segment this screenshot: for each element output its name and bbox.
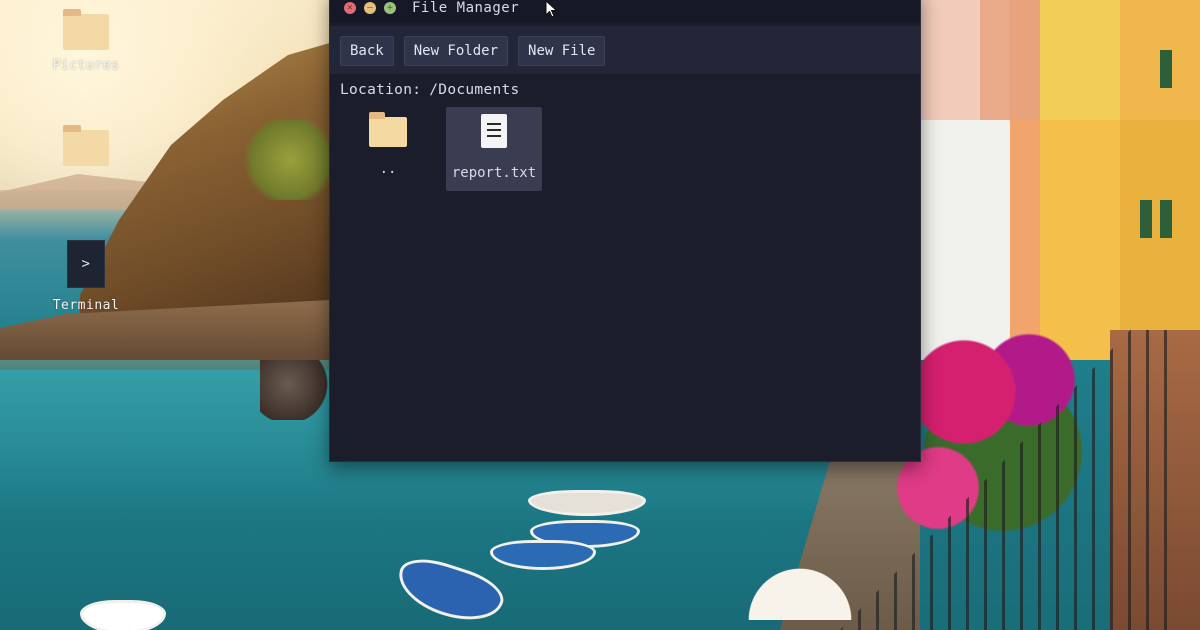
window-title: File Manager (412, 0, 520, 16)
desktop-icon-pictures[interactable]: Pictures (36, 9, 136, 73)
location-path: /Documents (429, 82, 520, 98)
wallpaper-shutter (1160, 50, 1172, 88)
new-file-button[interactable]: New File (518, 36, 606, 66)
toolbar: Back New Folder New File (330, 26, 920, 74)
file-manager-window[interactable]: × – + File Manager Back New Folder New F… (329, 0, 921, 462)
wallpaper-umbrella (740, 560, 860, 620)
mouse-cursor-icon (545, 0, 558, 18)
back-button[interactable]: Back (340, 36, 394, 66)
file-item-name: report.txt (451, 165, 537, 181)
maximize-button[interactable]: + (384, 2, 396, 14)
window-titlebar[interactable]: × – + File Manager (330, 0, 920, 23)
wallpaper-rock (260, 360, 330, 420)
file-item-name: .. (379, 161, 397, 177)
new-folder-button[interactable]: New Folder (403, 36, 509, 66)
minimize-button[interactable]: – (364, 2, 376, 14)
folder-icon (63, 125, 109, 166)
folder-icon (63, 9, 109, 50)
desktop-icon-label: Terminal (52, 298, 120, 313)
terminal-prompt-glyph: > (81, 256, 91, 272)
wallpaper-shutter (1140, 200, 1152, 238)
terminal-icon: > (67, 240, 105, 288)
desktop-icon-folder[interactable] (36, 125, 136, 174)
location-bar: Location: /Documents (340, 82, 920, 98)
file-item-parent-directory[interactable]: .. (340, 107, 436, 191)
wallpaper-vegetation (240, 120, 340, 200)
file-item-report-txt[interactable]: report.txt (446, 107, 542, 191)
desktop-icon-terminal[interactable]: > Terminal (36, 240, 136, 313)
window-controls: × – + (344, 2, 396, 14)
wallpaper-town-upper (920, 0, 1200, 120)
folder-icon (369, 112, 407, 147)
wallpaper-boat (80, 600, 166, 630)
text-file-icon (481, 114, 507, 148)
location-label: Location: (340, 82, 422, 98)
file-list: .. report.txt (330, 104, 920, 204)
close-button[interactable]: × (344, 2, 356, 14)
desktop-icon-label: Pictures (52, 58, 120, 73)
wallpaper-shutter (1160, 200, 1172, 238)
